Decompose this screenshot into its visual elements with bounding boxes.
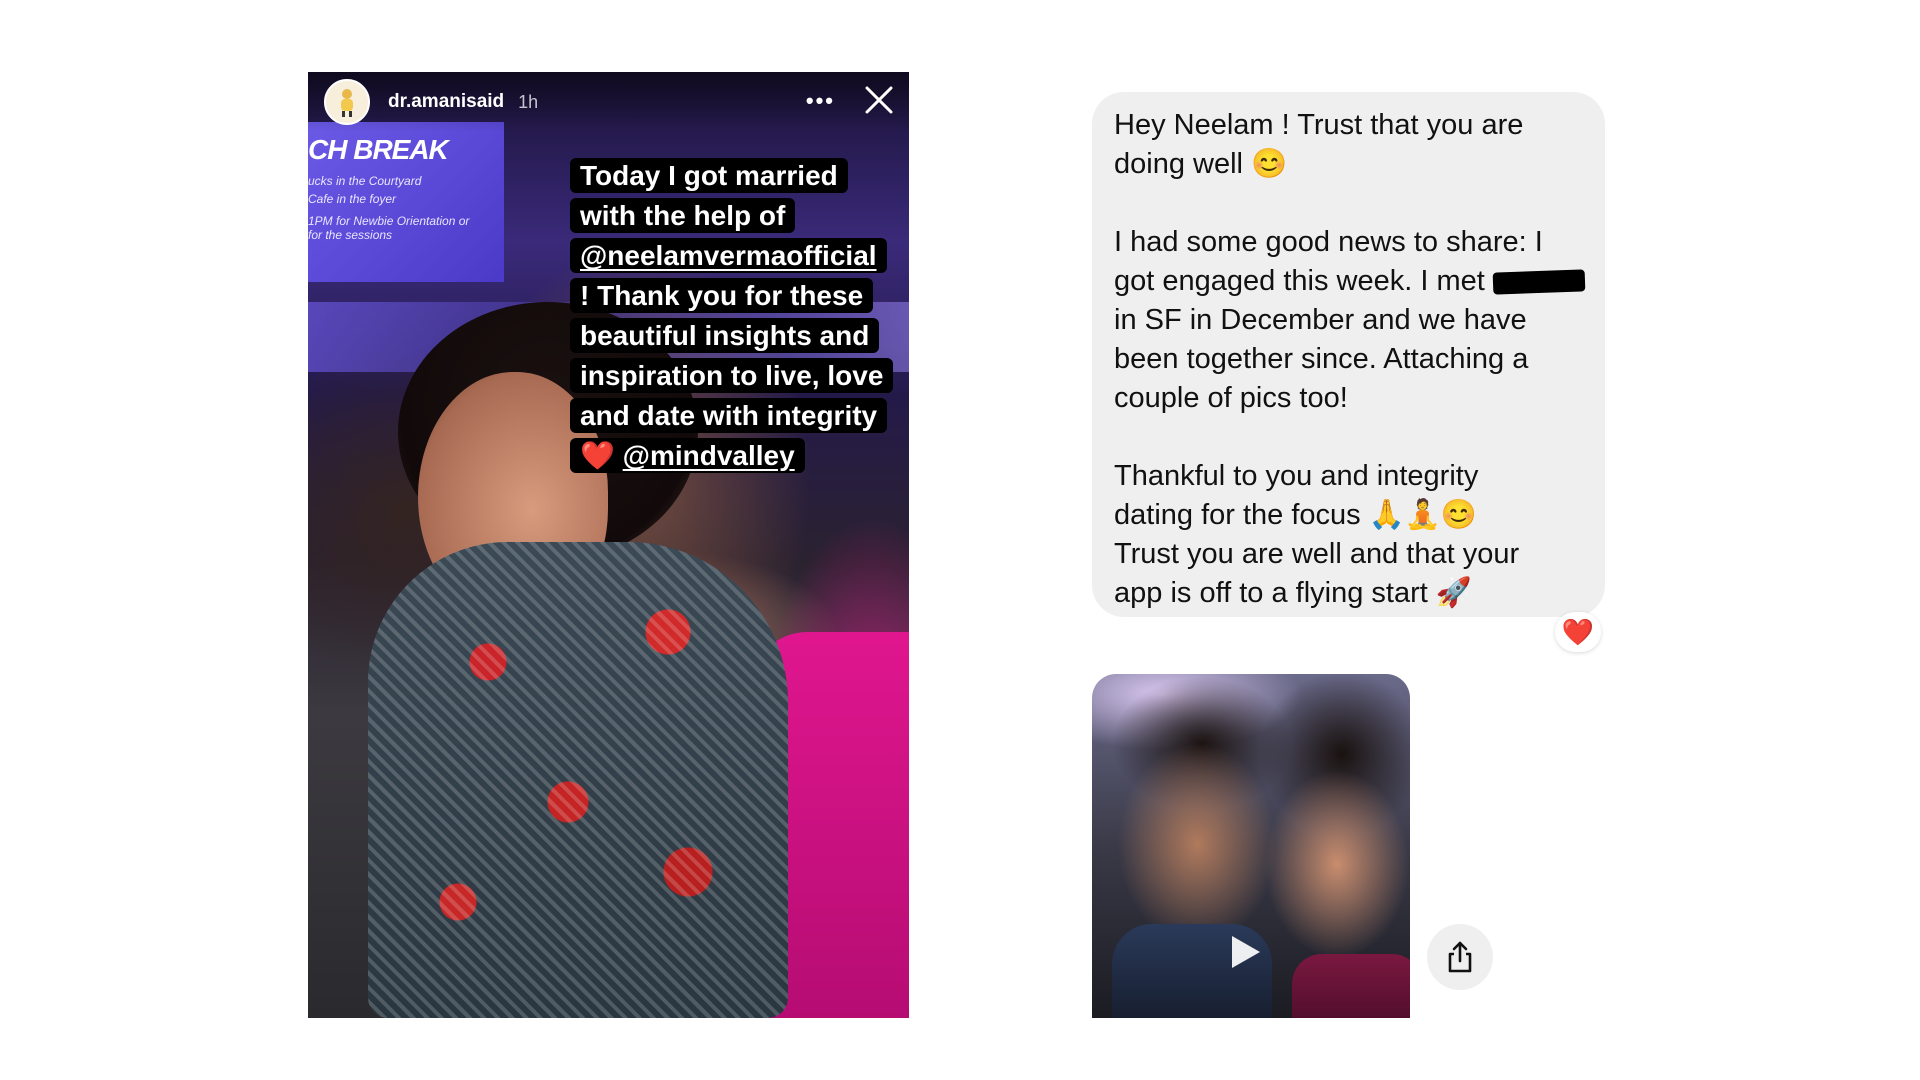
stage-screen-line: Cafe in the foyer [308, 192, 397, 206]
share-button[interactable] [1427, 924, 1493, 990]
close-icon[interactable] [863, 84, 895, 116]
play-icon[interactable] [1232, 936, 1260, 968]
message-line: Thankful to you and integrity [1114, 460, 1479, 492]
message-line: in SF in December and we have [1114, 304, 1527, 336]
stage-screen: CH BREAK ucks in the Courtyard Cafe in t… [308, 122, 504, 282]
caption-line: ! Thank you for these [570, 278, 874, 313]
more-horizontal-icon[interactable]: ••• [806, 88, 835, 114]
caption-line: Today I got married [570, 158, 848, 193]
message-line: doing well 😊 [1114, 148, 1288, 180]
message-line: got engaged this week. I met [1114, 262, 1586, 301]
message-line: Trust you are well and that your [1114, 538, 1520, 570]
video-attachment[interactable] [1092, 674, 1410, 1018]
caption-line: with the help of [570, 198, 796, 233]
mention-link[interactable]: @mindvalley [623, 440, 795, 471]
story-username[interactable]: dr.amanisaid [388, 91, 504, 113]
heart-icon: ❤️ [580, 440, 615, 471]
mention-link[interactable]: @neelamvermaofficial [580, 240, 877, 271]
caption-line: and date with integrity [570, 398, 888, 433]
redaction-mark [1492, 269, 1586, 295]
stage-screen-line: ucks in the Courtyard [308, 174, 422, 188]
story-time: 1h [518, 91, 539, 112]
message-line: been together since. Attaching a [1114, 343, 1529, 375]
stage-screen-line: for the sessions [308, 228, 393, 242]
story-caption: Today I got married with the help of @ne… [570, 156, 909, 476]
message-bubble[interactable]: Hey Neelam ! Trust that you are doing we… [1092, 92, 1605, 617]
heart-reaction-icon[interactable]: ❤️ [1555, 612, 1601, 652]
message-line: couple of pics too! [1114, 382, 1348, 414]
message-line: I had some good news to share: I [1114, 226, 1543, 258]
caption-line: beautiful insights and [570, 318, 880, 353]
avatar-figure-icon [341, 89, 353, 117]
stage-screen-line: 1PM for Newbie Orientation or [308, 214, 470, 228]
share-icon [1448, 941, 1472, 973]
story-panel[interactable]: CH BREAK ucks in the Courtyard Cafe in t… [308, 72, 909, 1018]
message-line: Hey Neelam ! Trust that you are [1114, 109, 1524, 141]
message-line: dating for the focus 🙏🧘😊 [1114, 499, 1478, 531]
stage-screen-title: CH BREAK [308, 134, 449, 165]
message-line: app is off to a flying start 🚀 [1114, 577, 1472, 609]
woman-dress [1292, 954, 1410, 1018]
caption-line: inspiration to live, love [570, 358, 894, 393]
patterned-dress-figure [368, 542, 788, 1018]
avatar[interactable] [324, 79, 370, 125]
